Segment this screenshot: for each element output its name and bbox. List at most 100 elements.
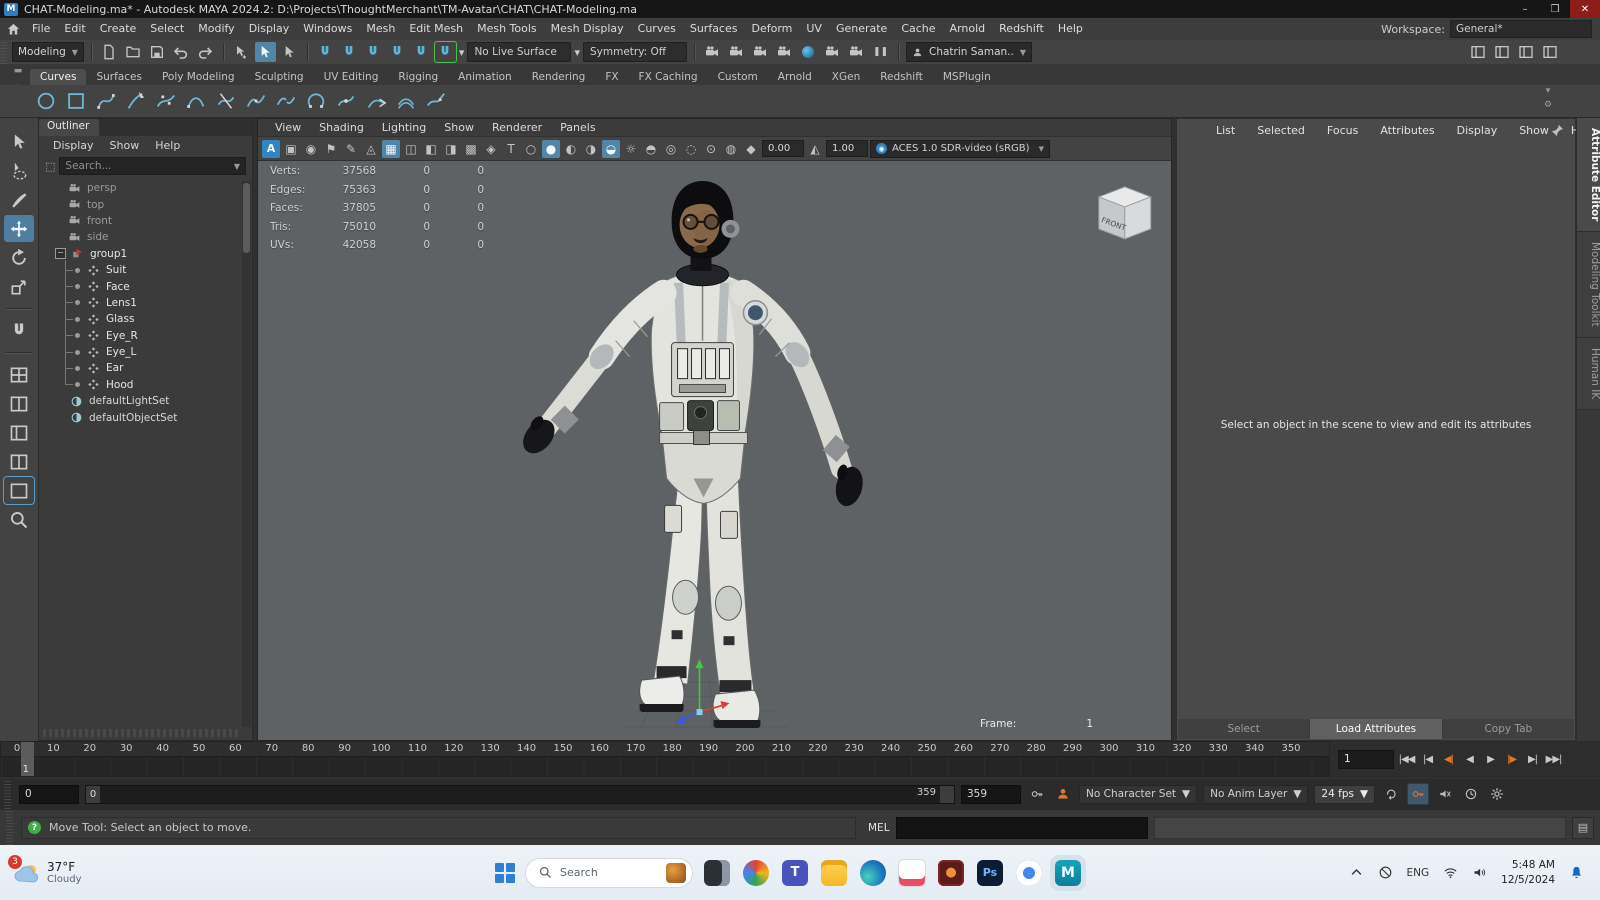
default-light-icon[interactable]: ☼	[622, 140, 640, 158]
two-pane-layout[interactable]	[4, 390, 34, 417]
offset-curve-icon[interactable]	[392, 88, 419, 115]
open-close-curve-icon[interactable]	[302, 88, 329, 115]
timeline-ruler[interactable]: 0102030405060708090100110120130140150160…	[0, 741, 1330, 777]
playback-time-icon[interactable]	[1461, 784, 1481, 804]
playback-loop-icon[interactable]	[1381, 784, 1401, 804]
outliner-search-input[interactable]: Search... ▼	[59, 157, 246, 175]
new-scene-icon[interactable]	[99, 42, 120, 62]
snapshot-camera-icon[interactable]: ▣	[282, 140, 300, 158]
volume-icon[interactable]	[1472, 865, 1487, 880]
step-forward-frame-button[interactable]: |▶	[1501, 749, 1522, 769]
shelf-tab-animation[interactable]: Animation	[448, 69, 522, 85]
shelf-options-icon[interactable]: ⚙	[1544, 100, 1552, 110]
hypershade-icon[interactable]	[846, 42, 867, 62]
set-key-icon[interactable]	[1027, 784, 1047, 804]
live-surface-field[interactable]: No Live Surface	[467, 42, 571, 62]
viewport-menu-view[interactable]: View	[266, 121, 310, 134]
bezier-curve-icon[interactable]	[152, 88, 179, 115]
side-tab-human-ik[interactable]: Human IK	[1577, 338, 1600, 410]
playback-speed-selector[interactable]: 24 fps▼	[1314, 785, 1375, 804]
motion-blur-icon[interactable]: ◌	[682, 140, 700, 158]
attr-menu-attributes[interactable]: Attributes	[1369, 124, 1445, 137]
ep-curve-icon[interactable]	[92, 88, 119, 115]
render-settings-icon[interactable]	[774, 42, 795, 62]
shelf-menu-icon[interactable]: ▬	[14, 66, 23, 76]
redo-icon[interactable]	[195, 42, 216, 62]
universal-manipulator-tool[interactable]	[4, 317, 34, 344]
select-hierarchy-icon[interactable]	[231, 42, 252, 62]
taskbar-app-file-explorer[interactable]	[819, 858, 849, 888]
open-scene-icon[interactable]	[123, 42, 144, 62]
taskbar-app-browser[interactable]	[741, 858, 771, 888]
shelf-tab-xgen[interactable]: XGen	[822, 69, 870, 85]
menu-curves[interactable]: Curves	[631, 18, 683, 40]
zoom-tool[interactable]	[4, 506, 34, 533]
four-view-layout[interactable]	[4, 361, 34, 388]
menu-help[interactable]: Help	[1051, 18, 1090, 40]
shelf-tab-sculpting[interactable]: Sculpting	[245, 69, 314, 85]
resolution-gate-icon[interactable]: ◧	[422, 140, 440, 158]
save-scene-icon[interactable]	[147, 42, 168, 62]
outliner-item-ear[interactable]: Ear	[39, 360, 252, 376]
select-tool[interactable]	[4, 128, 34, 155]
range-slider[interactable]: 0 359	[85, 785, 955, 804]
shelf-tab-fx-caching[interactable]: FX Caching	[629, 69, 708, 85]
menu-arnold[interactable]: Arnold	[943, 18, 993, 40]
current-frame-field[interactable]: 1	[1338, 750, 1394, 769]
taskbar-app-edge[interactable]	[858, 858, 888, 888]
menu-windows[interactable]: Windows	[296, 18, 359, 40]
outliner-item-eye-l[interactable]: Eye_L	[39, 344, 252, 360]
safe-title-icon[interactable]: T	[502, 140, 520, 158]
material-mode-icon[interactable]: ◐	[562, 140, 580, 158]
range-start-handle[interactable]: 0	[86, 786, 100, 803]
outliner-item-defaultlightset[interactable]: defaultLightSet	[39, 393, 252, 409]
symmetry-field[interactable]: Symmetry: Off	[583, 42, 687, 62]
cut-curve-icon[interactable]	[212, 88, 239, 115]
snap-curve-icon[interactable]	[339, 42, 360, 62]
menu-uv[interactable]: UV	[799, 18, 829, 40]
command-language-label[interactable]: MEL	[862, 822, 890, 834]
anim-layer-selector[interactable]: No Anim Layer▼	[1203, 785, 1308, 804]
play-forwards-button[interactable]: ▶	[1480, 749, 1501, 769]
copy-tab-button[interactable]: Copy Tab	[1443, 719, 1574, 739]
outliner-item-defaultobjectset[interactable]: defaultObjectSet	[39, 409, 252, 425]
load-attributes-button[interactable]: Load Attributes	[1310, 719, 1441, 739]
detach-curve-icon[interactable]	[272, 88, 299, 115]
do-not-disturb-icon[interactable]	[1378, 865, 1393, 880]
character-set-icon[interactable]	[1053, 784, 1073, 804]
animation-end-field[interactable]: 359	[961, 785, 1021, 804]
go-to-start-button[interactable]: |◀◀	[1396, 749, 1417, 769]
attr-menu-list[interactable]: List	[1205, 124, 1246, 137]
shaded-mode-icon[interactable]: ●	[542, 140, 560, 158]
film-gate-icon[interactable]: ◫	[402, 140, 420, 158]
taskbar-search-box[interactable]: Search	[525, 858, 693, 888]
pause-icon[interactable]: ❚❚	[870, 42, 891, 62]
viewport-menu-show[interactable]: Show	[435, 121, 483, 134]
render-view-icon[interactable]	[702, 42, 723, 62]
make-live-icon[interactable]	[435, 42, 456, 62]
menu-display[interactable]: Display	[242, 18, 297, 40]
wifi-icon[interactable]	[1443, 865, 1458, 880]
nurbs-circle-icon[interactable]	[32, 88, 59, 115]
ipr-render-icon[interactable]	[750, 42, 771, 62]
scale-tool[interactable]	[4, 273, 34, 300]
paint-effects-icon[interactable]	[822, 42, 843, 62]
mel-command-input[interactable]	[896, 817, 1148, 839]
script-editor-icon[interactable]: ▤	[1572, 817, 1594, 839]
outliner-horizontal-scrollbar[interactable]	[43, 729, 238, 737]
snap-point-icon[interactable]	[363, 42, 384, 62]
taskbar-app-teams[interactable]: T	[780, 858, 810, 888]
outliner-item-hood[interactable]: Hood	[39, 377, 252, 393]
move-tool[interactable]	[4, 215, 34, 242]
shelf-tab-fx[interactable]: FX	[595, 69, 628, 85]
timeline-key-area[interactable]	[1, 756, 1329, 776]
gate-mask-icon[interactable]: ◨	[442, 140, 460, 158]
language-indicator[interactable]: ENG	[1407, 867, 1430, 879]
shelf-tab-rendering[interactable]: Rendering	[522, 69, 596, 85]
minimize-button[interactable]: –	[1510, 0, 1540, 18]
outliner-item-front[interactable]: front	[39, 213, 252, 229]
menu-edit[interactable]: Edit	[57, 18, 92, 40]
step-back-key-button[interactable]: |◀	[1417, 749, 1438, 769]
attr-menu-display[interactable]: Display	[1446, 124, 1509, 137]
taskbar-app-store[interactable]	[897, 858, 927, 888]
